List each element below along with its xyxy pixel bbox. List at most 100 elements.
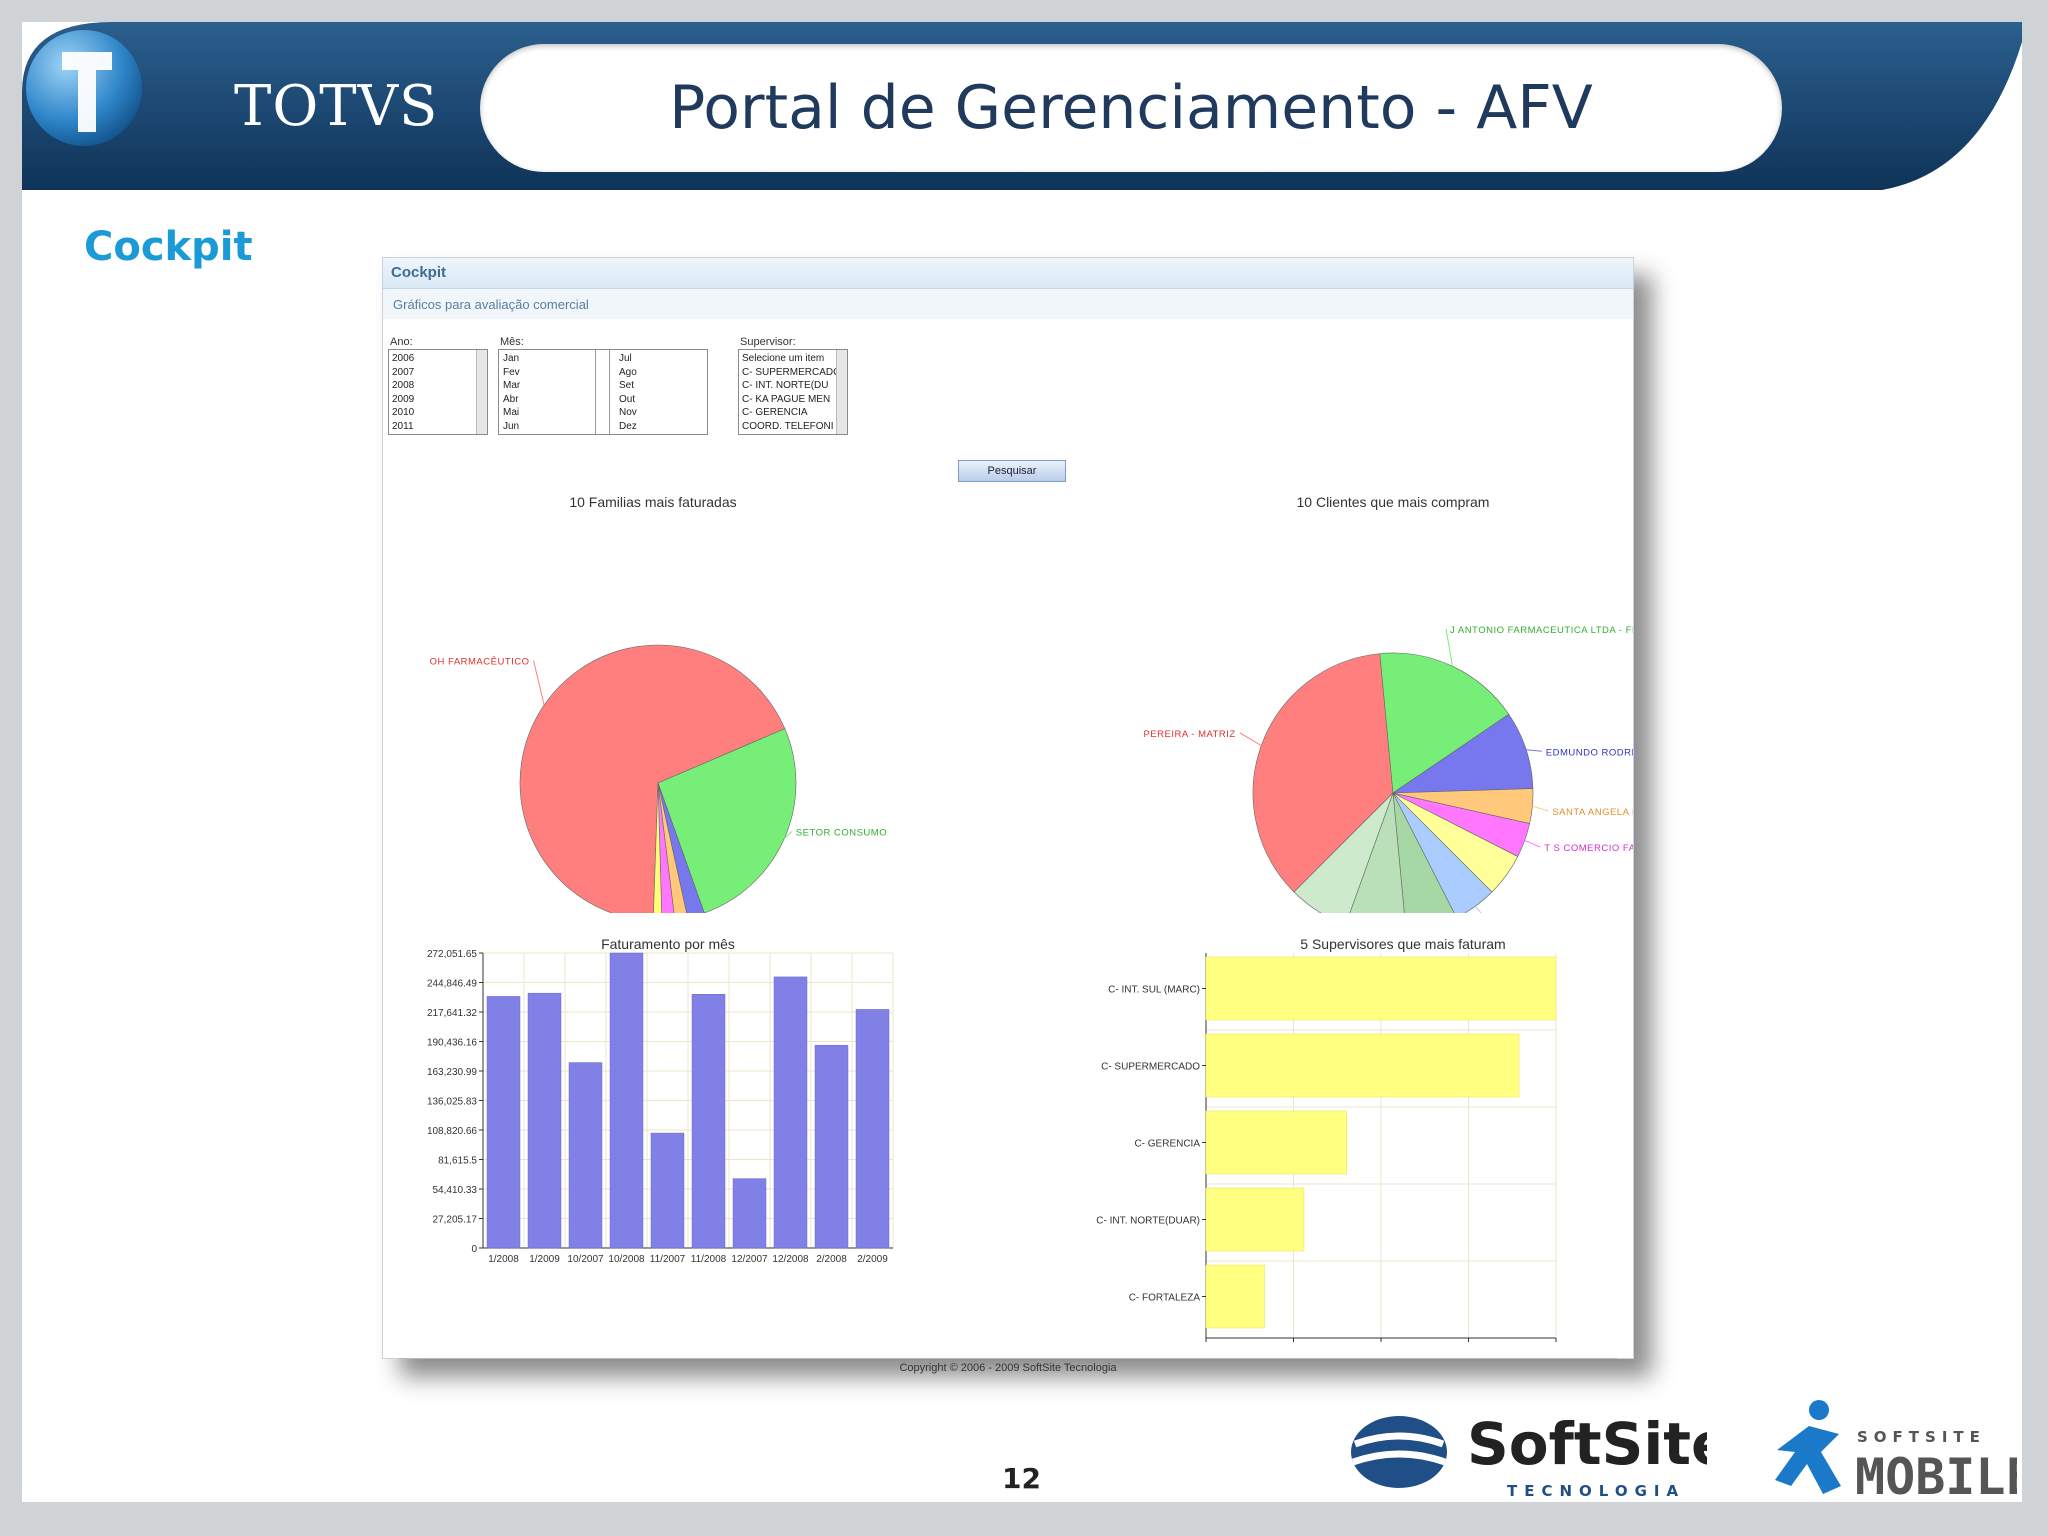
bar	[527, 992, 562, 1249]
month-option[interactable]: Dez	[619, 420, 637, 434]
supervisor-option[interactable]: C- INT. NORTE(DU	[742, 379, 844, 393]
slide: TOTVS Portal de Gerenciamento - AFV Cock…	[22, 22, 2022, 1502]
supervisor-scrollbar[interactable]	[836, 350, 847, 434]
y-tick-label: 190,436.16	[427, 1038, 477, 1049]
pie-label: EDMUNDO RODRIGUES FA	[1546, 747, 1633, 758]
page-title: Portal de Gerenciamento - AFV	[669, 73, 1593, 143]
header-banner: TOTVS Portal de Gerenciamento - AFV	[22, 22, 2022, 190]
mobile-top: SOFTSITE	[1857, 1428, 1986, 1446]
bar	[814, 1044, 849, 1249]
supervisor-option[interactable]: C- KA PAGUE MEN	[742, 393, 844, 407]
y-tick-label: C- INT. SUL (MARC)	[1108, 985, 1200, 996]
x-tick-label: 10/2008	[608, 1254, 645, 1265]
cockpit-panel: Cockpit Gráficos para avaliação comercia…	[382, 257, 1634, 1374]
month-label: Mês:	[500, 336, 524, 348]
softsite-mobile-logo: SOFTSITE MOBILE	[1775, 1400, 2017, 1502]
y-tick-label: 27,205.17	[433, 1215, 478, 1226]
year-option[interactable]: 2010	[392, 406, 484, 420]
year-option[interactable]: 2009	[392, 393, 484, 407]
bar	[650, 1132, 685, 1249]
supervisor-option[interactable]: C- GERENCIA	[742, 406, 844, 420]
month-listbox[interactable]: Jan Fev Mar Abr Mai Jun Jul Ago Set Out …	[498, 349, 708, 435]
mobile-name: MOBILE	[1855, 1448, 2017, 1502]
pie-label: PEREIRA - MATRIZ	[1143, 729, 1235, 740]
pie-label: SETOR CONSUMO	[796, 827, 887, 838]
y-tick-label: C- SUPERMERCADO	[1101, 1062, 1200, 1073]
x-tick-label: 11/2008	[691, 1254, 727, 1265]
supervisor-label: Supervisor:	[740, 336, 796, 348]
bar	[568, 1062, 603, 1249]
y-tick-label: 54,410.33	[433, 1185, 478, 1196]
year-option[interactable]: 2011	[392, 420, 484, 434]
year-option[interactable]: 2007	[392, 366, 484, 380]
y-tick-label: 0	[471, 1244, 477, 1255]
section-title: Cockpit	[84, 224, 253, 270]
month-option[interactable]: Mai	[503, 406, 520, 420]
bar	[1205, 1033, 1520, 1098]
x-tick-label: 10/2007	[567, 1254, 604, 1265]
year-listbox[interactable]: 2006 2007 2008 2009 2010 2011	[388, 349, 488, 435]
y-tick-label: 217,641.32	[427, 1008, 477, 1019]
month-option[interactable]: Ago	[619, 366, 637, 380]
supervisor-option[interactable]: Selecione um item	[742, 352, 844, 366]
month-option[interactable]: Set	[619, 379, 637, 393]
families-pie-chart: 10 Familias mais faturadas OH FARMACÊUTIC…	[430, 494, 887, 913]
y-tick-label: 163,230.99	[427, 1067, 477, 1078]
totvs-globe-icon	[26, 30, 142, 146]
bar	[1205, 1110, 1347, 1175]
bar	[1205, 1187, 1305, 1252]
x-tick-label: 11/2007	[650, 1254, 686, 1265]
y-tick-label: 244,846.49	[427, 979, 477, 990]
y-tick-label: 272,051.65	[427, 949, 477, 960]
chart-title: Faturamento por mês	[601, 936, 735, 952]
supervisor-option[interactable]: COORD. TELEFONI	[742, 420, 844, 434]
x-tick-label: 12/2008	[772, 1254, 809, 1265]
year-option[interactable]: 2006	[392, 352, 484, 366]
year-label: Ano:	[390, 336, 413, 348]
x-tick-label: 1/2008	[488, 1254, 519, 1265]
supervisor-option[interactable]: C- SUPERMERCADO	[742, 366, 844, 380]
y-tick-label: 108,820.66	[427, 1126, 477, 1137]
softsite-logo: SoftSite TECNOLOGIA	[1351, 1410, 1707, 1500]
supervisor-listbox[interactable]: Selecione um item C- SUPERMERCADO C- INT…	[738, 349, 848, 435]
x-tick-label: 1/2009	[529, 1254, 560, 1265]
bar	[486, 996, 521, 1249]
y-tick-label: 136,025.83	[427, 1097, 477, 1108]
month-option[interactable]: Fev	[503, 366, 520, 380]
pie-label: J ANTONIO FARMACEUTICA LTDA - FH	[1450, 625, 1633, 636]
x-tick-label: 2/2009	[857, 1254, 888, 1265]
bar	[691, 994, 726, 1249]
y-tick-label: C- INT. NORTE(DUAR)	[1096, 1216, 1200, 1227]
search-button[interactable]: Pesquisar	[958, 460, 1066, 482]
bar	[1205, 956, 1557, 1021]
year-scrollbar[interactable]	[476, 350, 487, 434]
y-tick-label: C- GERENCIA	[1134, 1139, 1200, 1150]
month-option[interactable]: Jun	[503, 420, 520, 434]
month-option[interactable]: Out	[619, 393, 637, 407]
softsite-sub: TECNOLOGIA	[1507, 1482, 1685, 1500]
chart-title: 5 Supervisores que mais faturam	[1300, 936, 1505, 952]
pie-label: T S COMERCIO FAR	[1544, 843, 1633, 854]
month-option[interactable]: Mar	[503, 379, 520, 393]
month-option[interactable]: Jan	[503, 352, 520, 366]
bar	[773, 976, 808, 1249]
chart-title: 10 Familias mais faturadas	[569, 494, 736, 510]
year-option[interactable]: 2008	[392, 379, 484, 393]
month-option[interactable]: Jul	[619, 352, 637, 366]
pie-label: SANTA ANGELA DIST	[1552, 807, 1633, 818]
x-tick-label: 2/2008	[816, 1254, 847, 1265]
bar	[855, 1009, 890, 1249]
x-tick-label: 12/2007	[731, 1254, 768, 1265]
y-tick-label: C- FORTALEZA	[1129, 1293, 1201, 1304]
bar	[1205, 1264, 1265, 1329]
bar	[732, 1178, 767, 1249]
filters: Ano: 2006 2007 2008 2009 2010 2011 Mês: …	[383, 258, 1633, 438]
month-option[interactable]: Nov	[619, 406, 637, 420]
supervisors-bar-chart: 5 Supervisores que mais faturam0777,114.…	[1096, 936, 1557, 1342]
y-tick-label: 81,615.5	[438, 1156, 477, 1167]
pie-label: OH FARMACÊUTICO	[430, 657, 530, 668]
month-option[interactable]: Abr	[503, 393, 520, 407]
monthly-billing-bar-chart: Faturamento por mês 0 27,205.17 54,410.33 81…	[427, 936, 894, 1265]
page-number: 12	[1002, 1462, 1041, 1495]
chart-title: 10 Clientes que mais compram	[1297, 494, 1490, 510]
